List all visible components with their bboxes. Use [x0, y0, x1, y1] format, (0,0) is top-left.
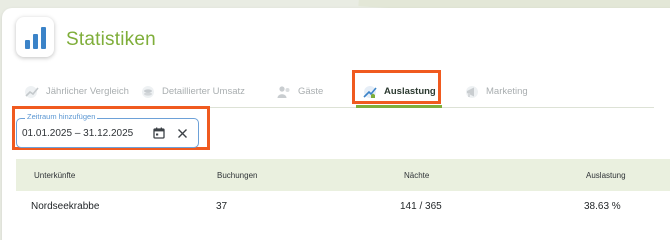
cell-bookings: 37	[216, 201, 228, 212]
tab-yearly-comparison[interactable]: Jährlicher Vergleich	[24, 76, 129, 107]
guests-icon	[276, 85, 292, 99]
page-title: Statistiken	[66, 29, 156, 50]
column-header-occupancy: Auslastung	[586, 171, 626, 180]
calendar-icon[interactable]	[153, 126, 165, 139]
tab-label: Marketing	[486, 86, 528, 97]
date-range-value[interactable]: 01.01.2025 – 31.12.2025	[22, 128, 133, 139]
table-header	[16, 159, 670, 191]
column-header-accommodations: Unterkünfte	[34, 171, 76, 180]
close-icon[interactable]	[177, 126, 188, 138]
tab-label: Gäste	[298, 86, 324, 97]
column-header-bookings: Buchungen	[217, 171, 258, 180]
cell-nights: 141 / 365	[400, 201, 442, 212]
trend-chart-icon	[24, 85, 40, 99]
tab-label: Jährlicher Vergleich	[46, 86, 129, 97]
tab-highlight-marker	[352, 70, 441, 104]
cell-occupancy: 38.63 %	[584, 201, 621, 212]
tab-guests[interactable]: Gäste	[276, 76, 323, 107]
statistics-app-icon	[16, 17, 54, 57]
date-range-label: Zeitraum hinzufügen	[25, 112, 98, 121]
megaphone-icon	[464, 85, 480, 99]
cell-accommodation-name: Nordseekrabbe	[31, 201, 100, 212]
coins-icon	[140, 85, 156, 99]
tab-detailed-revenue[interactable]: Detaillierter Umsatz	[140, 76, 245, 107]
tab-label: Detaillierter Umsatz	[162, 86, 245, 97]
column-header-nights: Nächte	[404, 171, 430, 180]
tab-marketing[interactable]: Marketing	[464, 76, 528, 107]
tab-bar: Jährlicher Vergleich Detaillierter Umsat…	[14, 76, 654, 108]
